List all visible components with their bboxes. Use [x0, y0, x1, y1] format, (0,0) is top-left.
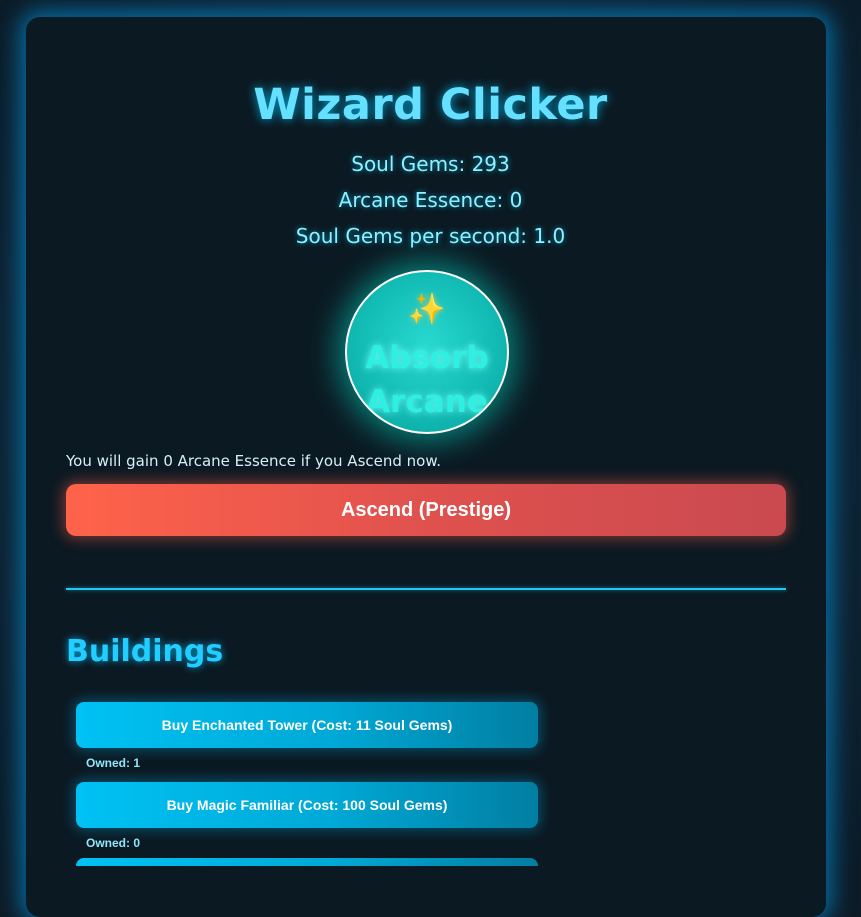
page-background: Wizard Clicker Soul Gems: 293 Arcane Ess…	[0, 0, 861, 917]
prestige-gain-text: You will gain 0 Arcane Essence if you As…	[66, 452, 441, 470]
absorb-arcane-button[interactable]: ✨ Absorb Arcane	[345, 270, 509, 434]
buy-magic-familiar-button[interactable]: Buy Magic Familiar (Cost: 100 Soul Gems)	[76, 782, 538, 828]
buy-enchanted-tower-button[interactable]: Buy Enchanted Tower (Cost: 11 Soul Gems)	[76, 702, 538, 748]
absorb-label-line1: Absorb	[365, 340, 489, 376]
enchanted-tower-owned: Owned: 1	[86, 756, 141, 770]
sparkles-icon: ✨	[408, 292, 446, 327]
buildings-heading: Buildings	[66, 634, 224, 669]
next-building-button[interactable]	[76, 858, 538, 866]
magic-familiar-owned: Owned: 0	[86, 836, 141, 850]
soul-gems-counter: Soul Gems: 293	[351, 152, 510, 176]
section-divider	[66, 588, 786, 590]
arcane-essence-counter: Arcane Essence: 0	[338, 188, 523, 212]
absorb-label-line2: Arcane	[366, 384, 488, 420]
soul-gems-per-second: Soul Gems per second: 1.0	[295, 224, 566, 248]
ascend-prestige-button[interactable]: Ascend (Prestige)	[66, 484, 786, 536]
page-title: Wizard Clicker	[253, 80, 608, 130]
absorb-arcane-label: Absorb Arcane	[347, 336, 507, 424]
